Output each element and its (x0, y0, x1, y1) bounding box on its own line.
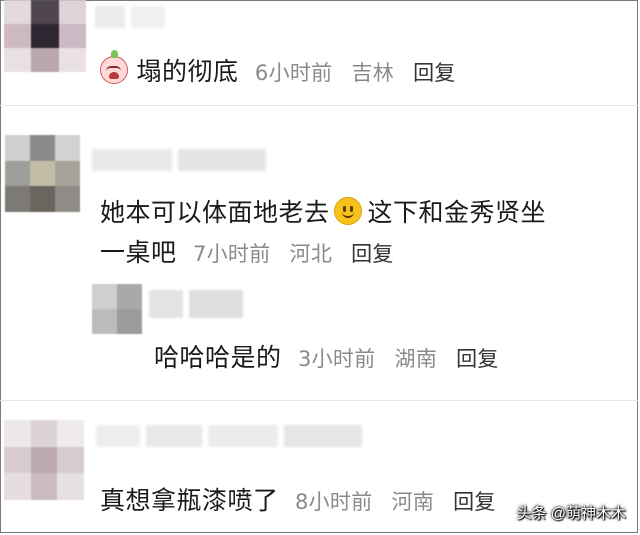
comment-location: 河北 (289, 242, 333, 266)
comment-body-part1: 她本可以体面地老去 (100, 198, 330, 227)
comment-body: 真想拿瓶漆喷了 (100, 486, 279, 515)
comment-body-part2: 这下和金秀贤坐 (367, 198, 547, 227)
reply-text: 哈哈哈是的 3小时前 湖南 回复 (154, 338, 499, 374)
blurred-username (96, 425, 366, 447)
crying-emoji-icon (100, 50, 128, 84)
reply-body: 哈哈哈是的 (154, 343, 282, 372)
avatar[interactable] (4, 0, 86, 72)
avatar[interactable] (4, 420, 84, 500)
watermark: 头条 @萌神木木 (516, 505, 626, 522)
comment-meta: 3小时前 湖南 回复 (298, 347, 499, 371)
smile-emoji-icon (333, 197, 362, 225)
blurred-username (92, 149, 270, 171)
reply-button[interactable]: 回复 (413, 61, 456, 85)
reply-button[interactable]: 回复 (453, 490, 496, 514)
blurred-username (95, 6, 165, 28)
comment-location: 湖南 (394, 347, 438, 371)
comment-text: 她本可以体面地老去 这下和金秀贤坐 (100, 193, 546, 229)
comment-time: 6小时前 (254, 61, 333, 85)
reply-button[interactable]: 回复 (351, 242, 394, 266)
divider (0, 105, 638, 106)
comment-location: 河南 (391, 490, 435, 514)
avatar[interactable] (5, 135, 80, 212)
comment-text-line2: 一桌吧 7小时前 河北 回复 (100, 233, 394, 269)
comment-text: 真想拿瓶漆喷了 8小时前 河南 回复 (100, 481, 496, 517)
comment-body-line2: 一桌吧 (100, 238, 177, 267)
divider (0, 400, 638, 401)
comment-text: 塌的彻底 6小时前 吉林 回复 (100, 50, 456, 88)
reply-button[interactable]: 回复 (456, 347, 499, 371)
blurred-username (149, 290, 244, 318)
comment-meta: 7小时前 河北 回复 (193, 242, 394, 266)
comment-time: 7小时前 (192, 242, 271, 266)
comment-meta: 8小时前 河南 回复 (295, 490, 496, 514)
comment-location: 吉林 (351, 61, 395, 85)
comment-body: 塌的彻底 (136, 57, 239, 86)
avatar[interactable] (92, 284, 142, 334)
comment-time: 3小时前 (297, 347, 376, 371)
comment-meta: 6小时前 吉林 回复 (255, 61, 456, 85)
comment-time: 8小时前 (294, 490, 373, 514)
